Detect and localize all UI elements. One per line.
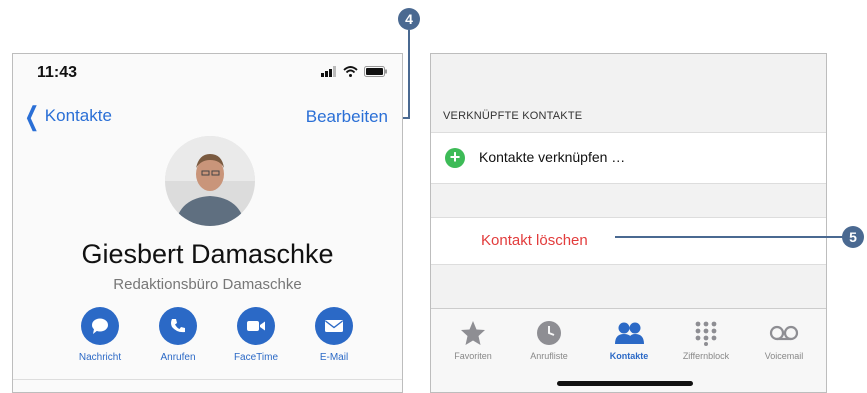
contacts-icon (613, 319, 645, 347)
status-bar: 11:43 (13, 54, 402, 94)
call-button[interactable]: Anrufen (139, 307, 217, 363)
contact-company: Redaktionsbüro Damaschke (113, 276, 302, 293)
star-icon (460, 319, 486, 347)
home-indicator[interactable] (557, 381, 693, 386)
link-contacts-row[interactable]: + Kontakte verknüpfen … (431, 132, 826, 184)
chevron-left-icon: ❮ (24, 100, 40, 131)
call-label: Anrufen (160, 352, 196, 363)
battery-icon (364, 66, 387, 77)
facetime-button[interactable]: FaceTime (217, 307, 295, 363)
delete-contact-row[interactable]: Kontakt löschen (431, 217, 826, 265)
status-time: 11:43 (37, 64, 78, 81)
message-icon (81, 307, 119, 345)
status-icons (321, 66, 388, 77)
contact-detail-screen: 11:43 ❮ Kontakte Bearbeiten Giesbert Dam… (12, 53, 403, 393)
back-button[interactable]: ❮ Kontakte (21, 100, 112, 131)
tab-keypad[interactable]: Ziffernblock (671, 319, 741, 361)
edit-button[interactable]: Bearbeiten (306, 107, 388, 127)
tab-keypad-label: Ziffernblock (682, 351, 730, 361)
link-contacts-label: Kontakte verknüpfen … (479, 149, 626, 165)
phone-icon (159, 307, 197, 345)
tab-recents[interactable]: Anrufliste (514, 319, 584, 361)
tab-voicemail-label: Voicemail (764, 351, 804, 361)
callout-line-5-horizontal (615, 236, 844, 238)
voicemail-icon (769, 319, 799, 347)
tab-favorites[interactable]: Favoriten (438, 319, 508, 361)
tab-bar: Favoriten Anrufliste Kontakte Ziffernblo… (431, 308, 826, 392)
contact-actions: Nachricht Anrufen FaceTime E-Mail (61, 307, 373, 363)
tab-recents-label: Anrufliste (530, 351, 568, 361)
message-button[interactable]: Nachricht (61, 307, 139, 363)
back-label: Kontakte (44, 106, 112, 125)
message-label: Nachricht (78, 352, 122, 363)
linked-contacts-header: VERKNÜPFTE KONTAKTE (443, 110, 583, 122)
mail-icon (315, 307, 353, 345)
callout-badge-4: 4 (398, 8, 420, 30)
clock-icon (536, 319, 562, 347)
callout-badge-5: 5 (842, 226, 864, 248)
tab-contacts[interactable]: Kontakte (594, 319, 664, 361)
email-label: E-Mail (319, 352, 349, 363)
tab-voicemail[interactable]: Voicemail (749, 319, 819, 361)
signal-icon (321, 66, 336, 77)
contact-name: Giesbert Damaschke (81, 239, 334, 269)
divider (13, 379, 402, 380)
keypad-icon (693, 319, 719, 347)
avatar (165, 136, 255, 226)
video-icon (237, 307, 275, 345)
email-button[interactable]: E-Mail (295, 307, 373, 363)
delete-contact-button[interactable]: Kontakt löschen (481, 232, 588, 249)
wifi-icon (343, 66, 358, 77)
callout-line-4-vertical (408, 30, 410, 118)
facetime-label: FaceTime (233, 352, 279, 363)
contact-edit-screen: VERKNÜPFTE KONTAKTE + Kontakte verknüpfe… (430, 53, 827, 393)
add-plus-icon: + (445, 148, 465, 168)
tab-contacts-label: Kontakte (609, 351, 649, 361)
tab-favorites-label: Favoriten (454, 351, 492, 361)
